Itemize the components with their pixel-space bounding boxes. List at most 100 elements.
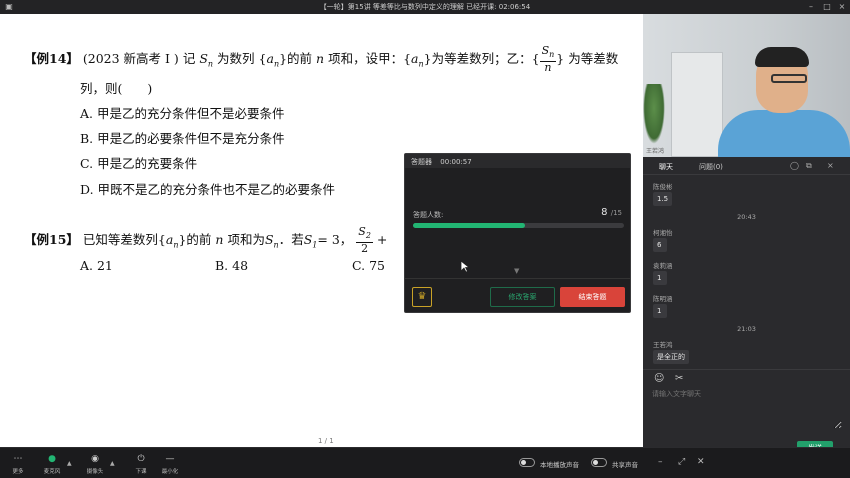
webcam-person-shirt xyxy=(718,110,850,157)
chat-bubble-icon[interactable]: ◯ xyxy=(790,161,799,170)
q15-text-e: = 3， xyxy=(317,232,353,248)
q14-option-a: A. 甲是乙的充分条件但不是必要条件 xyxy=(80,106,285,121)
local-audio-label: 本地播放声音 xyxy=(540,461,579,469)
chat-sender: 袁莉涵 xyxy=(653,262,673,270)
q14-text-a: 记 xyxy=(182,51,196,67)
chat-message: 是全正的 xyxy=(653,350,689,364)
more-label: 更多 xyxy=(12,469,24,475)
slide-page-indicator: 1 / 1 xyxy=(318,437,334,445)
answer-count-total: /15 xyxy=(610,209,622,217)
q15-text-a: 已知等差数列 xyxy=(82,232,158,248)
mic-button[interactable]: ● 麦克风 xyxy=(37,453,67,475)
tab-questions[interactable]: 问题(0) xyxy=(699,162,723,172)
tab-chat[interactable]: 聊天 xyxy=(659,162,673,172)
q14-text-d: 项和，设甲： xyxy=(328,51,404,67)
chat-sender: 陈明涵 xyxy=(653,295,673,303)
chat-sender: 王若鸿 xyxy=(653,341,673,349)
answer-progress-bar xyxy=(413,223,624,228)
share-audio-label: 共享声音 xyxy=(612,461,638,469)
mic-label: 麦克风 xyxy=(43,469,61,475)
chat-message: 1 xyxy=(653,271,667,285)
chat-timestamp: 21:03 xyxy=(737,325,756,333)
bottom-toolbar: ⋯ 更多 ● 麦克风 ▲ ◉ 摄像头 ▲ ⏻ 下课 — 最小化 本地播放声音 共… xyxy=(0,447,850,478)
window-close-icon[interactable]: ✕ xyxy=(697,457,705,467)
chat-sender: 陈俊彬 xyxy=(653,183,673,191)
answer-count: 8 /15 xyxy=(601,207,622,218)
question-15-line1: 【例15】 已知等差数列{an}的前 n 项和为Sn．若S1= 3， S2 2 + xyxy=(24,225,388,256)
chat-message: 6 xyxy=(653,238,667,252)
more-button[interactable]: ⋯ 更多 xyxy=(3,453,33,475)
q15-option-b: B. 48 xyxy=(215,258,249,273)
close-window-icon[interactable]: × xyxy=(837,2,847,12)
emoji-icon[interactable]: ☺ xyxy=(654,373,664,384)
collapse-handle-icon[interactable]: ▼ xyxy=(514,267,519,275)
answer-panel: 答题器 00:00:57 答题人数: 8 /15 ▼ ♛ 修改答案 结束答题 xyxy=(404,153,631,313)
mouse-cursor-icon xyxy=(461,261,469,273)
q14-text-b: 为数列 xyxy=(217,51,255,67)
teacher-webcam: 王若鸿 xyxy=(643,14,850,157)
q15-option-c: C. 75 xyxy=(352,258,385,273)
q14-text-c: 的前 xyxy=(287,51,313,67)
question-14-tag: 【例14】 xyxy=(24,51,79,67)
microphone-icon: ● xyxy=(48,454,56,464)
webcam-person-glasses xyxy=(771,74,807,83)
window-title: 【一轮】第15讲 等差等比与数列中定义的理解 已经开课: 02:06:54 xyxy=(319,3,531,11)
window-titlebar: ▣ 【一轮】第15讲 等差等比与数列中定义的理解 已经开课: 02:06:54 … xyxy=(0,0,850,14)
camera-icon: ◉ xyxy=(91,454,99,464)
chat-input-divider xyxy=(643,369,850,370)
leave-class-button[interactable]: ⏻ 下课 xyxy=(126,453,156,475)
q14-option-c: C. 甲是乙的充要条件 xyxy=(80,156,198,171)
question-15-tag: 【例15】 xyxy=(24,232,79,248)
chat-message: 1.5 xyxy=(653,192,673,206)
q15-text-c: 项和为 xyxy=(227,232,265,248)
answer-progress-fill xyxy=(413,223,525,228)
local-audio-toggle[interactable] xyxy=(519,458,535,467)
q14-text-f: } 为等差数 xyxy=(556,51,619,67)
chat-tabs: 聊天 问题(0) ◯ ⧉ × xyxy=(643,157,850,175)
webcam-person-hair xyxy=(755,47,809,67)
more-icon: ⋯ xyxy=(13,454,23,464)
camera-options-chevron-icon[interactable]: ▲ xyxy=(110,460,115,467)
webcam-plant xyxy=(643,84,665,144)
mic-options-chevron-icon[interactable]: ▲ xyxy=(67,460,72,467)
q14-option-d: D. 甲既不是乙的充分条件也不是乙的必要条件 xyxy=(80,182,336,197)
minimize-icon: — xyxy=(165,454,175,464)
minimize-label: 最小化 xyxy=(161,469,179,475)
close-chat-icon[interactable]: × xyxy=(827,161,834,170)
window-minimize-icon[interactable]: – xyxy=(658,457,663,467)
modify-answer-button[interactable]: 修改答案 xyxy=(490,287,555,307)
chat-input[interactable] xyxy=(652,389,842,429)
q15-text-d: ．若 xyxy=(278,232,304,248)
share-audio-toggle[interactable] xyxy=(591,458,607,467)
answer-panel-divider xyxy=(405,278,630,279)
webcam-name-label: 王若鸿 xyxy=(646,148,665,155)
chat-sender: 柯湘怡 xyxy=(653,229,673,237)
window-restore-icon[interactable]: ⤢ xyxy=(678,457,685,467)
screenshot-scissors-icon[interactable]: ✂ xyxy=(675,373,683,384)
minimize-button[interactable]: — 最小化 xyxy=(155,453,185,475)
question-14-line2: 列，则( ) xyxy=(80,81,153,96)
chat-timestamp: 20:43 xyxy=(737,213,756,221)
q15-text-b: 的前 xyxy=(186,232,212,248)
question-14-line1: 【例14】 (2023 新高考 I ) 记 Sn 为数列 {an}的前 n 项和… xyxy=(24,44,619,75)
question-14-source: (2023 新高考 I ) xyxy=(82,51,179,67)
end-answer-button[interactable]: 结束答题 xyxy=(560,287,625,307)
q14-option-b: B. 甲是乙的必要条件但不是充分条件 xyxy=(80,131,285,146)
camera-label: 摄像头 xyxy=(86,469,104,475)
answer-count-value: 8 xyxy=(601,207,608,218)
minimize-window-icon[interactable]: – xyxy=(806,2,816,12)
camera-button[interactable]: ◉ 摄像头 xyxy=(80,453,110,475)
answer-count-label: 答题人数: xyxy=(413,211,444,219)
answer-timer: 00:00:57 xyxy=(440,158,472,166)
answer-panel-title: 答题器 xyxy=(411,158,432,166)
power-icon: ⏻ xyxy=(137,454,145,464)
trophy-icon[interactable]: ♛ xyxy=(412,287,432,307)
maximize-window-icon[interactable]: □ xyxy=(822,2,832,12)
answer-panel-header[interactable]: 答题器 00:00:57 xyxy=(405,154,630,168)
chat-message: 1 xyxy=(653,304,667,318)
leave-label: 下课 xyxy=(135,469,147,475)
popout-icon[interactable]: ⧉ xyxy=(806,161,812,171)
chat-panel: 聊天 问题(0) ◯ ⧉ × 陈俊彬 1.5 20:43 柯湘怡 6 袁莉涵 1… xyxy=(643,157,850,455)
q15-option-a: A. 21 xyxy=(80,258,113,273)
webcam-door xyxy=(671,52,723,157)
